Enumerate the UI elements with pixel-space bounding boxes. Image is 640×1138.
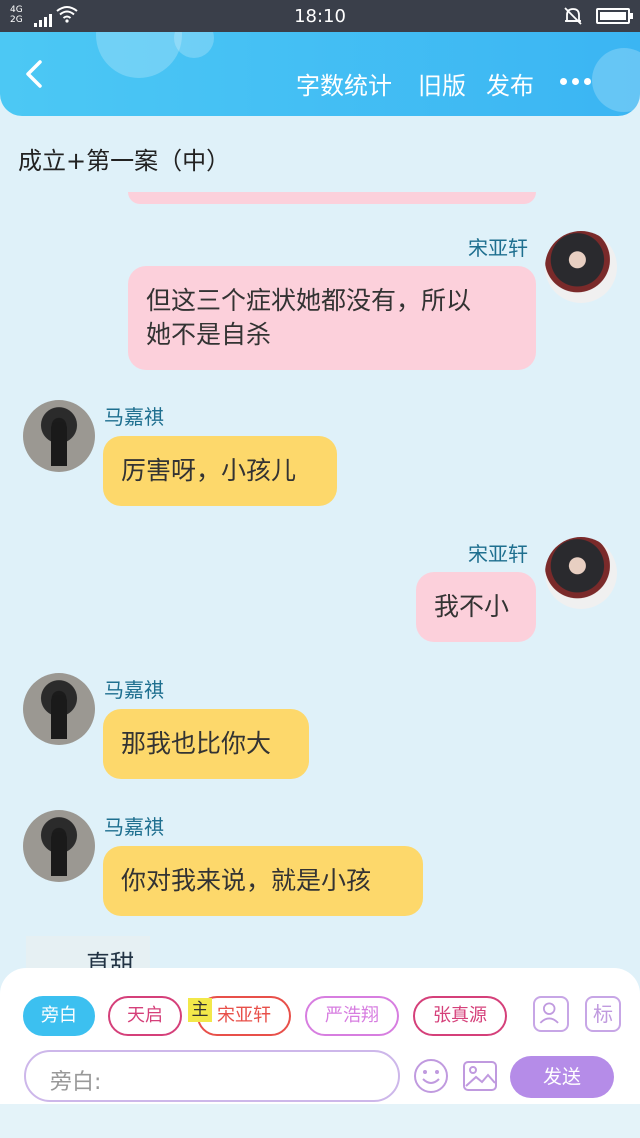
sender-name: 马嘉祺 xyxy=(104,405,164,429)
status-bar: 4G 2G 18:10 xyxy=(0,0,640,32)
word-count-button[interactable]: 字数统计 xyxy=(296,66,392,101)
sender-name: 马嘉祺 xyxy=(104,815,164,839)
sender-name: 宋亚轩 xyxy=(468,542,528,566)
message-text-line: 但这三个症状她都没有，所以 xyxy=(146,286,472,315)
message-text-line: 厉害呀，小孩儿 xyxy=(121,456,297,485)
emoji-icon[interactable] xyxy=(413,1058,449,1094)
send-button[interactable]: 发送 xyxy=(510,1056,614,1098)
message-bubble[interactable]: 但这三个症状她都没有，所以 她不是自杀 xyxy=(128,266,536,370)
avatar[interactable] xyxy=(23,400,95,472)
sender-name: 马嘉祺 xyxy=(104,678,164,702)
sender-name: 宋亚轩 xyxy=(468,236,528,260)
message-text-line: 那我也比你大 xyxy=(121,729,272,758)
message-bubble[interactable]: 那我也比你大 xyxy=(103,709,309,779)
role-narrator-button[interactable]: 旁白 xyxy=(23,996,95,1036)
image-icon[interactable] xyxy=(462,1058,498,1094)
message-bubble[interactable]: 你对我来说，就是小孩 xyxy=(103,846,423,916)
main-character-tag: 主 xyxy=(188,998,212,1022)
chevron-left-icon[interactable] xyxy=(20,54,50,94)
publish-button[interactable]: 发布 xyxy=(486,66,534,101)
chapter-header: 成立+第一案（中） xyxy=(0,116,640,196)
clock: 18:10 xyxy=(294,6,346,27)
message-bubble[interactable]: 厉害呀，小孩儿 xyxy=(103,436,337,506)
avatar[interactable] xyxy=(23,810,95,882)
message-text-line: 她不是自杀 xyxy=(146,320,272,349)
role-tianqi-button[interactable]: 天启 xyxy=(108,996,182,1036)
more-dots-icon[interactable] xyxy=(560,70,600,85)
bell-muted-icon xyxy=(564,7,582,25)
avatar[interactable] xyxy=(545,231,617,303)
bottom-area xyxy=(0,1104,640,1138)
message-input[interactable]: 旁白: xyxy=(24,1050,400,1102)
avatar[interactable] xyxy=(545,537,617,609)
input-placeholder: 旁白: xyxy=(50,1070,102,1095)
role-yanhaoxiang-button[interactable]: 严浩翔 xyxy=(305,996,399,1036)
old-version-button[interactable]: 旧版 xyxy=(418,66,466,101)
message-bubble-partial xyxy=(128,192,536,204)
message-bubble[interactable]: 我不小 xyxy=(416,572,536,642)
person-card-icon[interactable] xyxy=(533,996,569,1032)
avatar[interactable] xyxy=(23,673,95,745)
message-text-line: 我不小 xyxy=(434,592,510,621)
tag-icon[interactable]: 标 xyxy=(585,996,621,1032)
message-text-line: 你对我来说，就是小孩 xyxy=(121,866,372,895)
battery-icon xyxy=(596,8,633,24)
top-nav-bar: 字数统计 旧版 发布 xyxy=(0,32,640,116)
chapter-title: 成立+第一案（中） xyxy=(18,147,231,175)
role-zhangzhenyuan-button[interactable]: 张真源 xyxy=(413,996,507,1036)
